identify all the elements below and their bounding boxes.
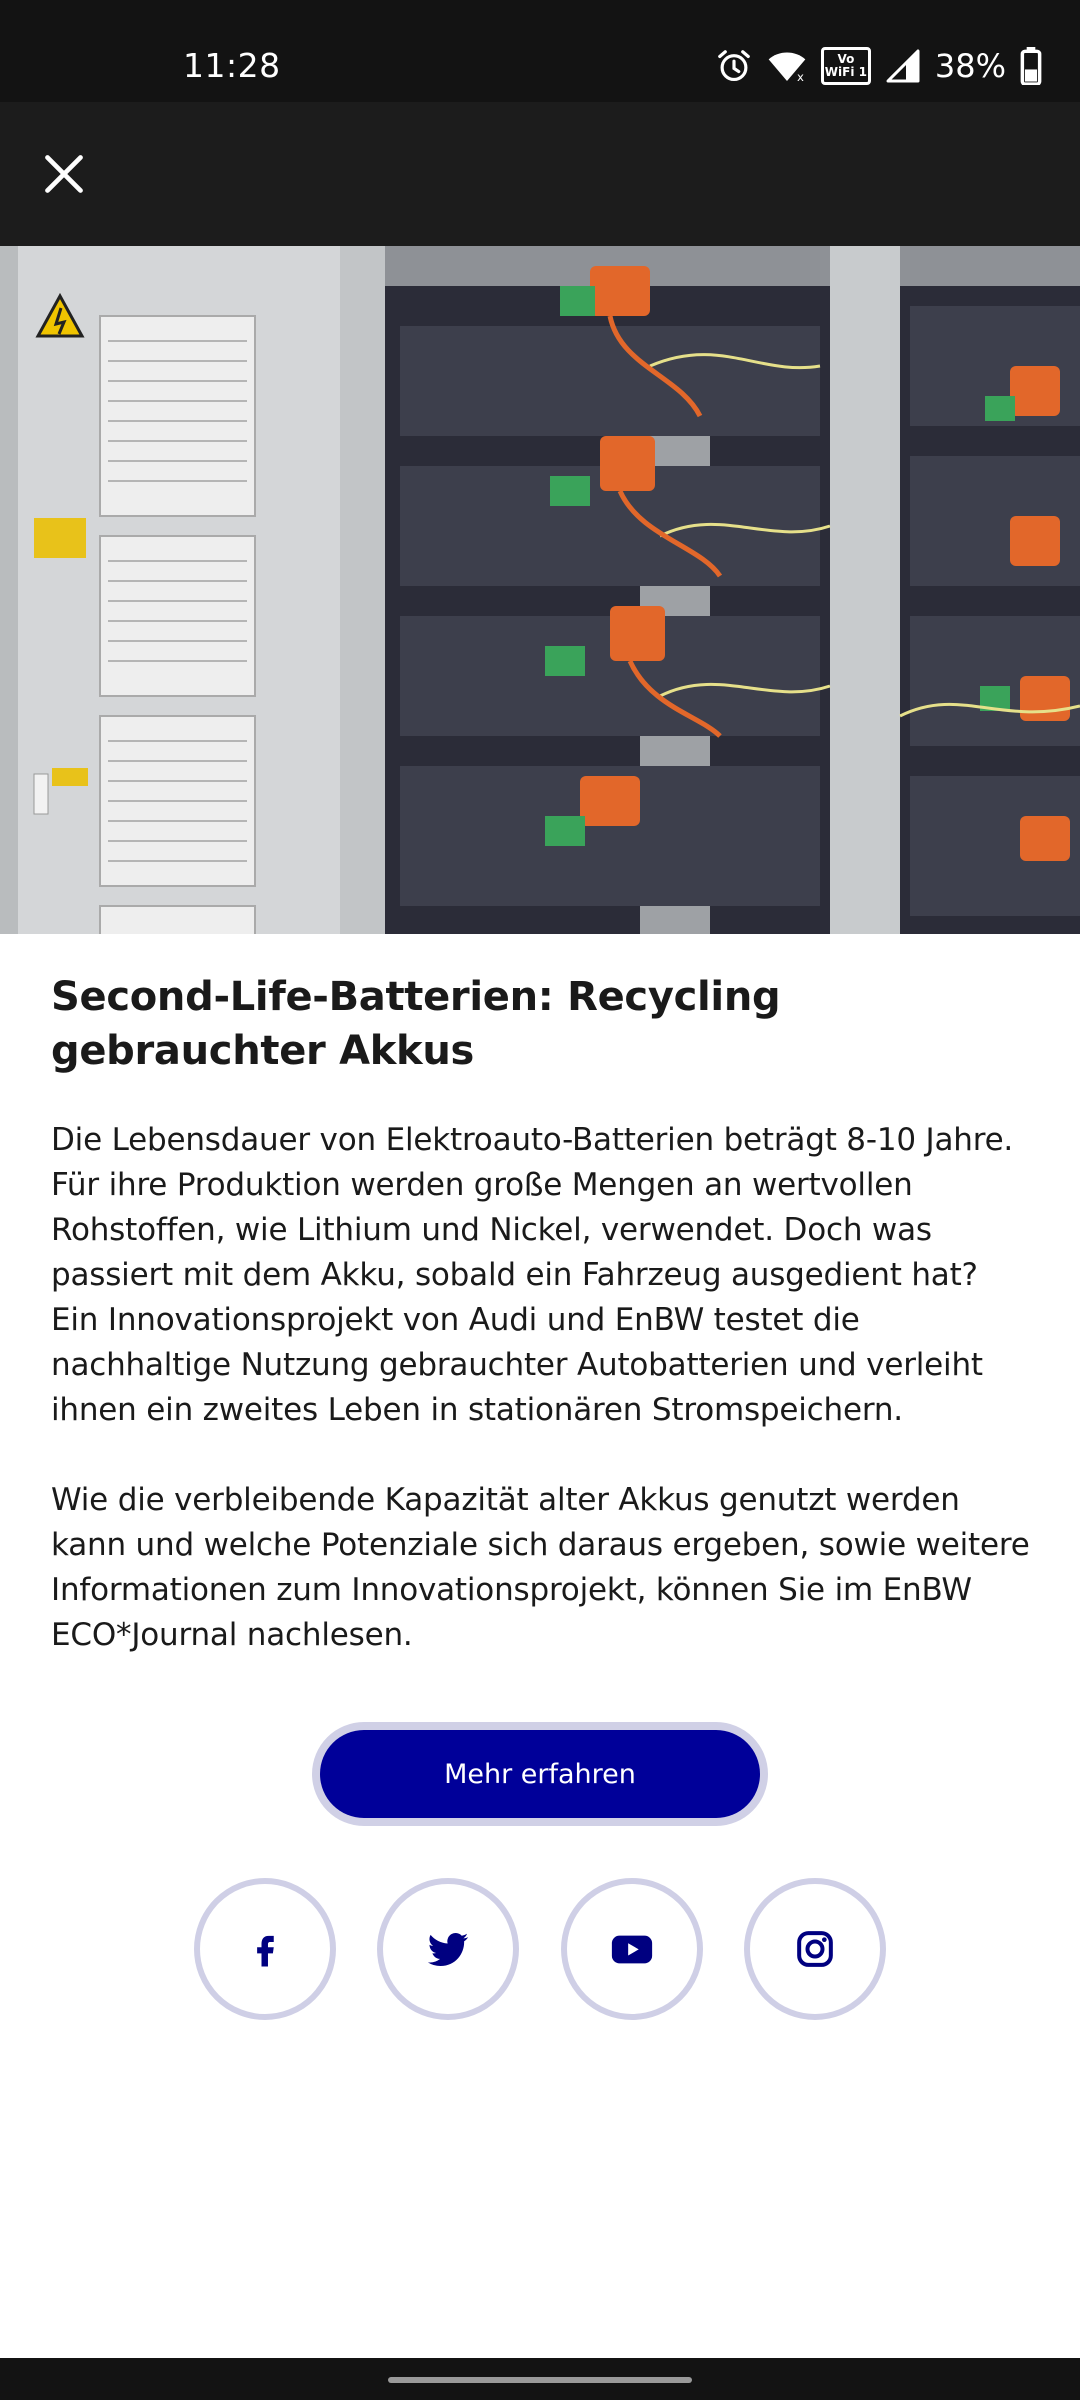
status-time: 11:28 [183, 46, 281, 85]
instagram-icon [797, 1931, 833, 1967]
hero-image [0, 246, 1080, 934]
battery-icon [1020, 47, 1042, 85]
battery-storage-racks-photo [0, 246, 1080, 934]
facebook-button[interactable] [194, 1878, 336, 2020]
instagram-button[interactable] [743, 1878, 886, 2020]
youtube-button[interactable] [560, 1878, 703, 2020]
article-title: Second-Life-Batterien: Recycling gebrauc… [51, 974, 781, 1074]
home-gesture-handle[interactable] [388, 2377, 692, 2383]
vowifi-icon: Vo WiFi 1 [820, 47, 871, 85]
twitter-icon [428, 1933, 469, 1967]
alarm-icon [718, 50, 750, 82]
status-icons: x Vo WiFi 1 38% [715, 46, 1042, 86]
status-bar: 11:28 x Vo WiFi 1 38% [0, 0, 1080, 102]
svg-text:x: x [797, 70, 804, 84]
navigation-bar [0, 2358, 1080, 2400]
close-button[interactable] [38, 148, 90, 200]
youtube-icon [611, 1935, 652, 1964]
social-links [194, 1878, 886, 2020]
twitter-button[interactable] [377, 1878, 520, 2020]
app-bar [0, 102, 1080, 246]
signal-icon [886, 49, 920, 83]
wifi-icon: x [768, 52, 806, 84]
article-paragraph-1: Die Lebensdauer von Elektroauto-Batterie… [51, 1122, 1014, 1428]
battery-percent: 38% [934, 47, 1006, 85]
facebook-icon [257, 1935, 274, 1967]
close-icon [45, 155, 83, 193]
vowifi-bottom-text: WiFi 1 [824, 65, 867, 79]
article: Second-Life-Batterien: Recycling gebrauc… [51, 970, 1031, 1658]
article-paragraph-2: Wie die verbleibende Kapazität alter Akk… [51, 1482, 1030, 1653]
mehr-erfahren-button[interactable]: Mehr erfahren [320, 1730, 760, 1818]
cta-focus-ring: Mehr erfahren [312, 1722, 768, 1826]
